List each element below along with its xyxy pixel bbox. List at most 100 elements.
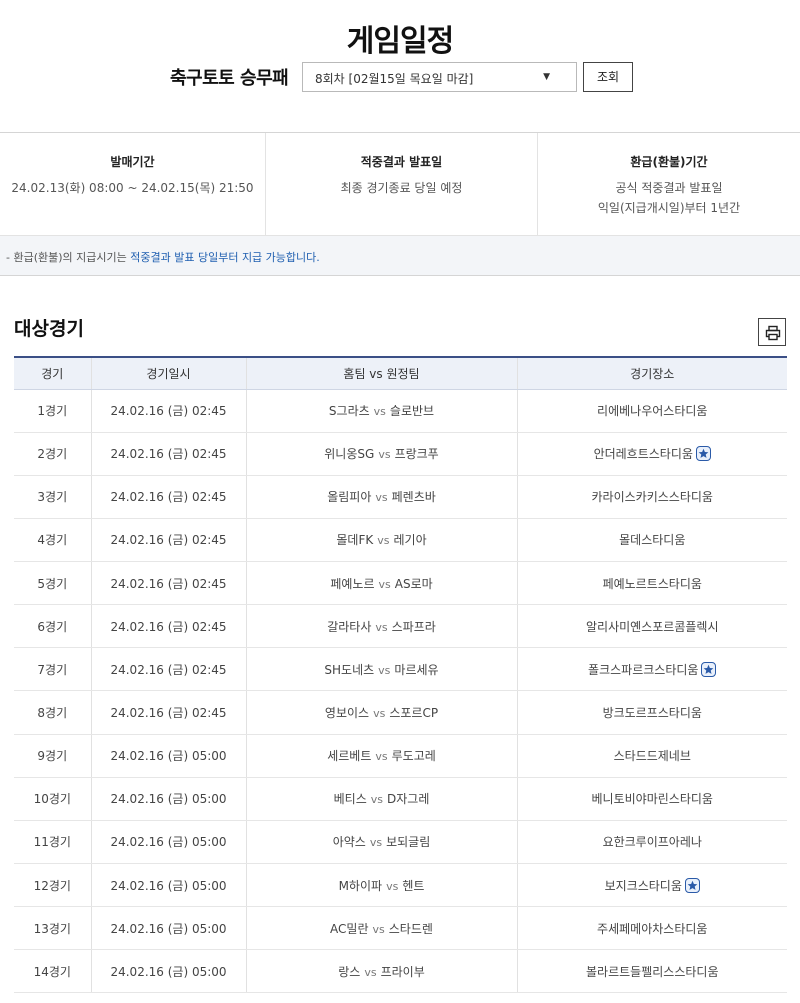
datetime-cell: 24.02.16 (금) 02:45 — [90, 604, 246, 649]
home-team: 베티스 — [333, 792, 367, 807]
home-team: SH도네츠 — [324, 662, 375, 677]
vs-label: vs — [373, 707, 386, 721]
table-row: 1경기 24.02.16 (금) 02:45 S그라츠 vs 슬로반브 리에베나우어스타디… — [14, 389, 787, 433]
table-row: 13경기 24.02.16 (금) 05:00 AC밀란 vs 스타드렌 주세페메아차스타… — [14, 906, 787, 951]
datetime-cell: 24.02.16 (금) 02:45 — [90, 518, 246, 563]
vs-label: vs — [375, 620, 388, 634]
datetime-cell: 24.02.16 (금) 02:45 — [90, 432, 246, 476]
table-row: 8경기 24.02.16 (금) 02:45 영보이스 vs 스포르CP 방크도르프스타디… — [14, 690, 787, 735]
datetime-cell: 24.02.16 (금) 05:00 — [90, 820, 246, 865]
venue-name: 페예노르트스타디움 — [602, 576, 702, 591]
venue-cell: 카라이스카키스스타디움 — [516, 475, 787, 519]
refund-period-title: 환급(환불)기간 — [630, 155, 708, 169]
match-rows: 1경기 24.02.16 (금) 02:45 S그라츠 vs 슬로반브 리에베나우어스타디… — [14, 389, 787, 994]
home-team: M하이파 — [338, 878, 383, 893]
home-team: 페예노르 — [330, 576, 375, 591]
game-no-cell: 11경기 — [14, 820, 91, 865]
venue-name: 볼라르트들펠리스스타디움 — [586, 964, 719, 979]
home-team: S그라츠 — [328, 404, 370, 419]
venue-name: 몰데스타디움 — [619, 533, 686, 548]
game-no-cell: 2경기 — [14, 432, 91, 476]
away-team: 레기아 — [393, 533, 427, 548]
chevron-down-icon: ▼ — [543, 72, 550, 82]
game-no-cell: 12경기 — [14, 863, 91, 908]
game-no-cell: 13경기 — [14, 906, 91, 951]
vs-label: vs — [373, 405, 386, 419]
star-icon — [695, 446, 711, 462]
venue-cell: 알리사미옌스포르콤플렉시 — [516, 604, 787, 649]
teams-cell: 아약스 vs 보되글림 — [245, 820, 517, 865]
venue-name: 방크도르프스타디움 — [602, 706, 702, 721]
page-title: 게임일정 — [346, 24, 454, 59]
datetime-cell: 24.02.16 (금) 05:00 — [90, 863, 246, 908]
venue-name: 폴크스파르크스타디움 — [588, 662, 699, 677]
datetime-cell: 24.02.16 (금) 05:00 — [90, 949, 246, 994]
table-row: 5경기 24.02.16 (금) 02:45 페예노르 vs AS로마 페예노르트스타디움 — [14, 561, 787, 606]
venue-name: 보지크스타디움 — [604, 878, 682, 893]
match-table: 경기 경기일시 홈팀 vs 원정팀 경기장소 1경기 24.02.16 (금) 0… — [14, 356, 787, 994]
away-team: 프라이부 — [380, 964, 425, 979]
vs-label: vs — [369, 836, 383, 850]
table-row: 7경기 24.02.16 (금) 02:45 SH도네츠 vs 마르세유 폴크스파르크스타… — [14, 647, 787, 692]
venue-cell: 안더레흐트스타디움 — [516, 432, 787, 476]
teams-cell: S그라츠 vs 슬로반브 — [245, 389, 517, 433]
away-team: 보되글림 — [386, 835, 431, 850]
query-button[interactable]: 조회 — [583, 62, 633, 92]
game-no-cell: 9경기 — [14, 734, 91, 778]
away-team: 스타드렌 — [388, 921, 433, 936]
venue-name: 요한크루이프아레나 — [602, 835, 702, 850]
vs-label: vs — [375, 491, 388, 505]
datetime-cell: 24.02.16 (금) 05:00 — [90, 906, 246, 951]
game-no-cell: 3경기 — [14, 475, 91, 519]
home-team: 위니옹SG — [324, 447, 375, 462]
away-team: D자그레 — [387, 792, 430, 807]
game-no-cell: 8경기 — [14, 690, 91, 735]
home-team: 몰데FK — [336, 533, 374, 548]
table-row: 2경기 24.02.16 (금) 02:45 위니옹SG vs 프랑크푸 안더레흐트스타디… — [14, 432, 787, 476]
vs-label: vs — [370, 793, 383, 807]
table-row: 4경기 24.02.16 (금) 02:45 몰데FK vs 레기아 몰데스타디움 — [14, 518, 787, 563]
away-team: 헨트 — [402, 878, 425, 893]
refund-period-value: 공식 적중결과 발표일 익일(지급개시일)부터 1년간 — [538, 178, 800, 218]
venue-cell: 보지크스타디움 — [516, 863, 787, 908]
game-no-cell: 14경기 — [14, 949, 91, 994]
home-team: 랑스 — [338, 964, 361, 979]
home-team: 아약스 — [332, 835, 366, 850]
print-button[interactable] — [758, 318, 786, 346]
datetime-cell: 24.02.16 (금) 02:45 — [90, 647, 246, 692]
away-team: AS로마 — [394, 576, 433, 591]
table-row: 14경기 24.02.16 (금) 05:00 랑스 vs 프라이부 볼라르트들펠리스스타… — [14, 949, 787, 994]
away-team: 슬로반브 — [389, 404, 435, 419]
section-title: 대상경기 — [14, 318, 84, 340]
game-no-cell: 6경기 — [14, 604, 91, 649]
vs-label: vs — [377, 534, 390, 548]
venue-cell: 볼라르트들펠리스스타디움 — [516, 949, 787, 994]
table-row: 12경기 24.02.16 (금) 05:00 M하이파 vs 헨트 보지크스타디움 — [14, 863, 787, 908]
star-icon — [701, 661, 717, 677]
table-header-row: 경기 경기일시 홈팀 vs 원정팀 경기장소 — [14, 356, 787, 390]
venue-cell: 몰데스타디움 — [516, 518, 787, 563]
datetime-cell: 24.02.16 (금) 02:45 — [90, 389, 246, 433]
venue-cell: 방크도르프스타디움 — [516, 690, 787, 735]
round-select-value: 8회차 [02월15일 목요일 마감] — [315, 72, 474, 86]
teams-cell: 랑스 vs 프라이부 — [245, 949, 517, 994]
vs-label: vs — [364, 965, 377, 979]
refund-note: - 환급(환불)의 지급시기는 적중결과 발표 당일부터 지급 가능합니다. — [0, 235, 800, 275]
refund-note-prefix: - 환급(환불)의 지급시기는 — [6, 251, 131, 264]
game-no-cell: 1경기 — [14, 389, 91, 433]
home-team: 세르베트 — [327, 749, 372, 764]
vs-label: vs — [372, 922, 385, 936]
datetime-cell: 24.02.16 (금) 05:00 — [90, 734, 246, 778]
round-select[interactable]: 8회차 [02월15일 목요일 마감] ▼ — [302, 62, 577, 92]
away-team: 루도고레 — [391, 749, 436, 764]
home-team: 영보이스 — [324, 706, 370, 721]
table-row: 6경기 24.02.16 (금) 02:45 갈라타사 vs 스파프라 알리사미옌스포르콤… — [14, 604, 787, 649]
sale-period: 발매기간 24.02.13(화) 08:00 ~ 24.02.15(목) 21:… — [0, 133, 265, 235]
datetime-cell: 24.02.16 (금) 02:45 — [90, 561, 246, 606]
venue-name: 안더레흐트스타디움 — [593, 447, 693, 462]
venue-name: 스타드드제네브 — [613, 749, 691, 764]
teams-cell: M하이파 vs 헨트 — [245, 863, 517, 908]
venue-name: 베니토비야마린스타디움 — [591, 792, 713, 807]
teams-cell: 올림피아 vs 페렌츠바 — [245, 475, 517, 519]
table-row: 11경기 24.02.16 (금) 05:00 아약스 vs 보되글림 요한크루이프아레나 — [14, 820, 787, 865]
